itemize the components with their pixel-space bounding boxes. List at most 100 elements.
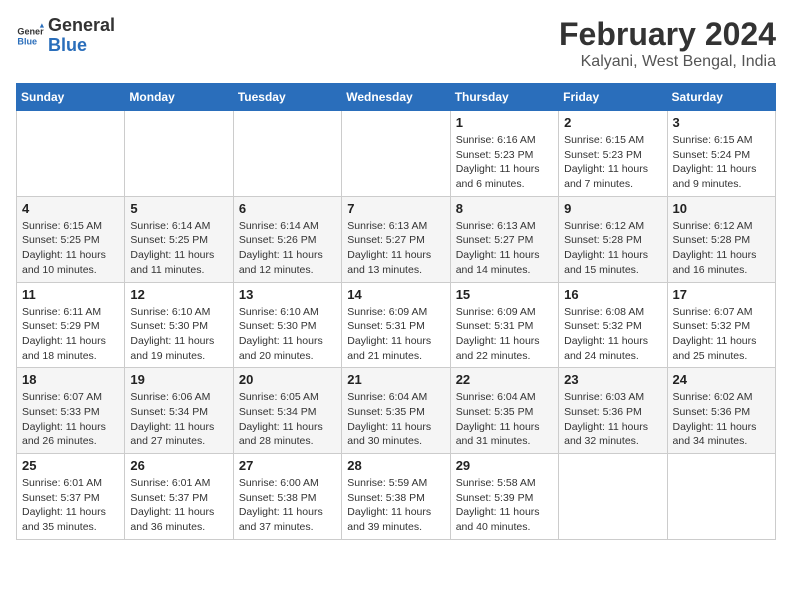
day-number: 21 bbox=[347, 372, 444, 387]
day-number: 27 bbox=[239, 458, 336, 473]
day-cell: 18 Sunrise: 6:07 AMSunset: 5:33 PMDayligh… bbox=[17, 368, 125, 454]
day-cell: 3Sunrise: 6:15 AMSunset: 5:24 PMDaylight… bbox=[667, 111, 775, 197]
day-number: 4 bbox=[22, 201, 119, 216]
day-info: Sunrise: 6:02 AMSunset: 5:36 PMDaylight:… bbox=[673, 390, 770, 449]
day-info: Sunrise: 6:16 AMSunset: 5:23 PMDaylight:… bbox=[456, 133, 553, 192]
day-info: Sunrise: 6:01 AMSunset: 5:37 PMDaylight:… bbox=[130, 476, 227, 535]
week-row-1: 4 Sunrise: 6:15 AMSunset: 5:25 PMDaylight… bbox=[17, 196, 776, 282]
day-info: Sunrise: 6:03 AMSunset: 5:36 PMDaylight:… bbox=[564, 390, 661, 449]
day-number: 19 bbox=[130, 372, 227, 387]
day-cell bbox=[125, 111, 233, 197]
day-info: Sunrise: 6:15 AMSunset: 5:23 PMDaylight:… bbox=[564, 133, 661, 192]
week-row-2: 11 Sunrise: 6:11 AMSunset: 5:29 PMDayligh… bbox=[17, 282, 776, 368]
day-info: Sunrise: 6:11 AMSunset: 5:29 PMDaylight:… bbox=[22, 305, 119, 364]
day-info: Sunrise: 6:09 AMSunset: 5:31 PMDaylight:… bbox=[347, 305, 444, 364]
day-info: Sunrise: 6:13 AMSunset: 5:27 PMDaylight:… bbox=[347, 219, 444, 278]
header-cell-friday: Friday bbox=[559, 84, 667, 111]
day-cell bbox=[233, 111, 341, 197]
title-area: February 2024 Kalyani, West Bengal, Indi… bbox=[559, 16, 776, 71]
day-number: 8 bbox=[456, 201, 553, 216]
calendar: SundayMondayTuesdayWednesdayThursdayFrid… bbox=[16, 83, 776, 540]
day-number: 14 bbox=[347, 287, 444, 302]
svg-text:General: General bbox=[17, 26, 44, 36]
day-cell: 27 Sunrise: 6:00 AMSunset: 5:38 PMDayligh… bbox=[233, 454, 341, 540]
day-info: Sunrise: 6:04 AMSunset: 5:35 PMDaylight:… bbox=[347, 390, 444, 449]
day-cell: 1 Sunrise: 6:16 AMSunset: 5:23 PMDaylight… bbox=[450, 111, 558, 197]
page-title: February 2024 bbox=[559, 16, 776, 53]
day-number: 7 bbox=[347, 201, 444, 216]
day-cell: 5Sunrise: 6:14 AMSunset: 5:25 PMDaylight… bbox=[125, 196, 233, 282]
logo-line1: General bbox=[48, 16, 115, 36]
day-number: 25 bbox=[22, 458, 119, 473]
day-info: Sunrise: 6:08 AMSunset: 5:32 PMDaylight:… bbox=[564, 305, 661, 364]
day-info: Sunrise: 6:10 AMSunset: 5:30 PMDaylight:… bbox=[130, 305, 227, 364]
day-cell: 21 Sunrise: 6:04 AMSunset: 5:35 PMDayligh… bbox=[342, 368, 450, 454]
logo-line2: Blue bbox=[48, 36, 115, 56]
header-cell-saturday: Saturday bbox=[667, 84, 775, 111]
day-cell: 6Sunrise: 6:14 AMSunset: 5:26 PMDaylight… bbox=[233, 196, 341, 282]
day-cell: 15Sunrise: 6:09 AMSunset: 5:31 PMDayligh… bbox=[450, 282, 558, 368]
day-info: Sunrise: 6:04 AMSunset: 5:35 PMDaylight:… bbox=[456, 390, 553, 449]
day-number: 22 bbox=[456, 372, 553, 387]
calendar-header: SundayMondayTuesdayWednesdayThursdayFrid… bbox=[17, 84, 776, 111]
day-cell: 25 Sunrise: 6:01 AMSunset: 5:37 PMDayligh… bbox=[17, 454, 125, 540]
day-info: Sunrise: 6:06 AMSunset: 5:34 PMDaylight:… bbox=[130, 390, 227, 449]
day-info: Sunrise: 6:14 AMSunset: 5:25 PMDaylight:… bbox=[130, 219, 227, 278]
day-number: 12 bbox=[130, 287, 227, 302]
calendar-body: 1 Sunrise: 6:16 AMSunset: 5:23 PMDaylight… bbox=[17, 111, 776, 540]
day-info: Sunrise: 6:07 AMSunset: 5:32 PMDaylight:… bbox=[673, 305, 770, 364]
day-info: Sunrise: 6:05 AMSunset: 5:34 PMDaylight:… bbox=[239, 390, 336, 449]
day-number: 24 bbox=[673, 372, 770, 387]
header-cell-wednesday: Wednesday bbox=[342, 84, 450, 111]
day-number: 20 bbox=[239, 372, 336, 387]
day-number: 3 bbox=[673, 115, 770, 130]
logo-text: General Blue bbox=[48, 16, 115, 56]
day-cell: 24 Sunrise: 6:02 AMSunset: 5:36 PMDayligh… bbox=[667, 368, 775, 454]
day-cell bbox=[17, 111, 125, 197]
day-number: 16 bbox=[564, 287, 661, 302]
logo: General Blue General Blue bbox=[16, 16, 115, 56]
week-row-4: 25 Sunrise: 6:01 AMSunset: 5:37 PMDayligh… bbox=[17, 454, 776, 540]
day-info: Sunrise: 6:07 AMSunset: 5:33 PMDaylight:… bbox=[22, 390, 119, 449]
day-number: 29 bbox=[456, 458, 553, 473]
day-cell: 12 Sunrise: 6:10 AMSunset: 5:30 PMDayligh… bbox=[125, 282, 233, 368]
day-number: 2 bbox=[564, 115, 661, 130]
header-cell-thursday: Thursday bbox=[450, 84, 558, 111]
day-info: Sunrise: 6:14 AMSunset: 5:26 PMDaylight:… bbox=[239, 219, 336, 278]
day-cell: 22 Sunrise: 6:04 AMSunset: 5:35 PMDayligh… bbox=[450, 368, 558, 454]
day-number: 17 bbox=[673, 287, 770, 302]
day-number: 23 bbox=[564, 372, 661, 387]
day-number: 10 bbox=[673, 201, 770, 216]
day-cell: 23 Sunrise: 6:03 AMSunset: 5:36 PMDayligh… bbox=[559, 368, 667, 454]
week-row-0: 1 Sunrise: 6:16 AMSunset: 5:23 PMDaylight… bbox=[17, 111, 776, 197]
day-number: 18 bbox=[22, 372, 119, 387]
day-cell: 16 Sunrise: 6:08 AMSunset: 5:32 PMDayligh… bbox=[559, 282, 667, 368]
day-cell: 14 Sunrise: 6:09 AMSunset: 5:31 PMDayligh… bbox=[342, 282, 450, 368]
day-number: 26 bbox=[130, 458, 227, 473]
day-number: 1 bbox=[456, 115, 553, 130]
day-info: Sunrise: 6:15 AMSunset: 5:25 PMDaylight:… bbox=[22, 219, 119, 278]
header-cell-sunday: Sunday bbox=[17, 84, 125, 111]
day-cell: 2 Sunrise: 6:15 AMSunset: 5:23 PMDaylight… bbox=[559, 111, 667, 197]
day-cell: 20 Sunrise: 6:05 AMSunset: 5:34 PMDayligh… bbox=[233, 368, 341, 454]
day-number: 9 bbox=[564, 201, 661, 216]
header: General Blue General Blue February 2024 … bbox=[16, 16, 776, 71]
day-cell bbox=[667, 454, 775, 540]
day-cell: 7 Sunrise: 6:13 AMSunset: 5:27 PMDaylight… bbox=[342, 196, 450, 282]
day-cell: 10Sunrise: 6:12 AMSunset: 5:28 PMDayligh… bbox=[667, 196, 775, 282]
day-number: 15 bbox=[456, 287, 553, 302]
day-cell: 19 Sunrise: 6:06 AMSunset: 5:34 PMDayligh… bbox=[125, 368, 233, 454]
day-info: Sunrise: 6:00 AMSunset: 5:38 PMDaylight:… bbox=[239, 476, 336, 535]
day-cell bbox=[559, 454, 667, 540]
svg-text:Blue: Blue bbox=[17, 36, 37, 46]
day-number: 11 bbox=[22, 287, 119, 302]
header-cell-tuesday: Tuesday bbox=[233, 84, 341, 111]
day-cell: 28Sunrise: 5:59 AMSunset: 5:38 PMDayligh… bbox=[342, 454, 450, 540]
day-cell: 17 Sunrise: 6:07 AMSunset: 5:32 PMDayligh… bbox=[667, 282, 775, 368]
day-cell: 26 Sunrise: 6:01 AMSunset: 5:37 PMDayligh… bbox=[125, 454, 233, 540]
header-cell-monday: Monday bbox=[125, 84, 233, 111]
day-info: Sunrise: 6:01 AMSunset: 5:37 PMDaylight:… bbox=[22, 476, 119, 535]
day-info: Sunrise: 6:12 AMSunset: 5:28 PMDaylight:… bbox=[564, 219, 661, 278]
day-cell: 29Sunrise: 5:58 AMSunset: 5:39 PMDayligh… bbox=[450, 454, 558, 540]
day-cell bbox=[342, 111, 450, 197]
